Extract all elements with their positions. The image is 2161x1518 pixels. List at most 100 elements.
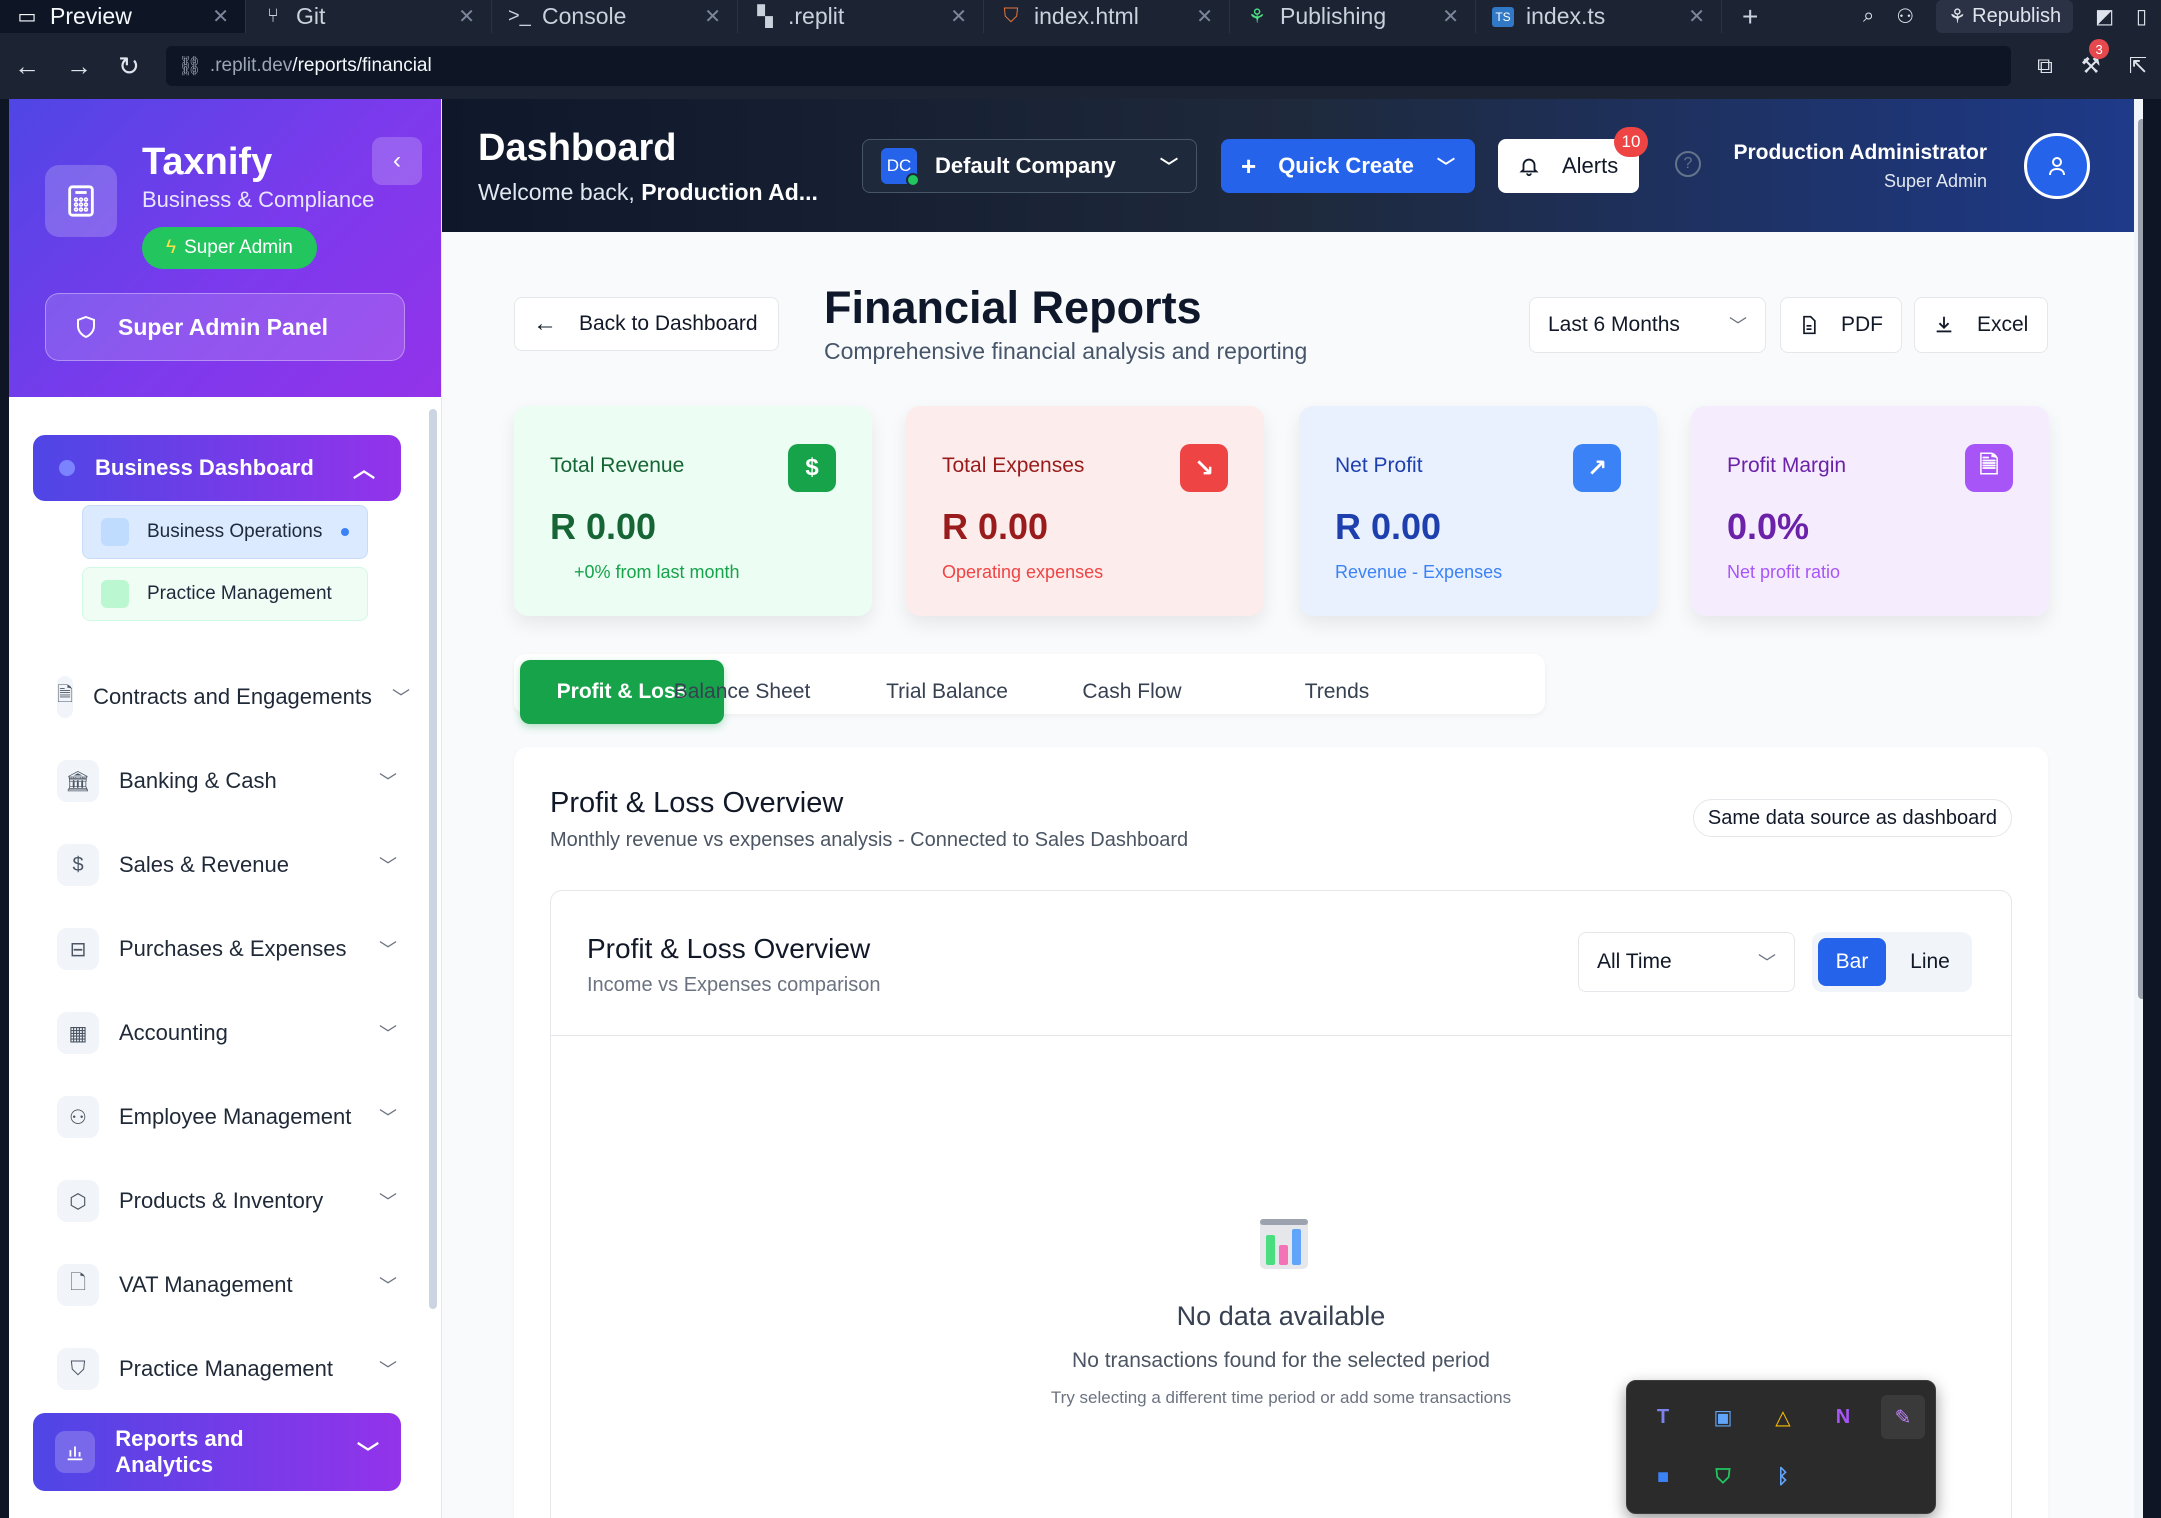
company-selector[interactable]: DC Default Company ﹀: [862, 139, 1197, 193]
tab-label: Publishing: [1280, 3, 1387, 29]
sidebar-item-practice-management[interactable]: ⛉ Practice Management ﹀: [57, 1341, 397, 1397]
back-arrow-icon[interactable]: ←: [14, 51, 40, 82]
sidebar-item-business-dashboard[interactable]: Business Dashboard ︿: [33, 435, 401, 501]
search-icon[interactable]: ⌕: [1863, 5, 1874, 28]
bar-chart-icon: [55, 1431, 96, 1473]
close-icon[interactable]: ✕: [1442, 4, 1459, 29]
teams-icon[interactable]: T: [1641, 1395, 1685, 1439]
dollar-icon: $: [57, 844, 99, 886]
main-scrollbar[interactable]: [2134, 99, 2143, 1518]
user-avatar[interactable]: [2024, 133, 2090, 199]
html5-icon: ⛉: [1003, 5, 1019, 27]
file-icon: 🗋: [57, 1264, 99, 1306]
open-external-icon[interactable]: ⇱: [2129, 53, 2147, 79]
kpi-value: 0.0%: [1727, 506, 1810, 547]
tab-trial-balance[interactable]: Trial Balance: [845, 660, 1049, 724]
tab-replit[interactable]: ▚ .replit ✕: [738, 0, 984, 33]
window-icon[interactable]: ▣: [1701, 1395, 1745, 1439]
package-icon: ⬡: [57, 1180, 99, 1222]
address-actions: ⧉ ⚒ 3 ⇱: [2037, 39, 2147, 79]
kpi-note: +0% from last month: [574, 562, 740, 582]
scrollbar-thumb[interactable]: [2138, 119, 2143, 999]
devices-icon[interactable]: ⧉: [2037, 53, 2053, 79]
panel-icon[interactable]: ▯: [2136, 4, 2147, 29]
quick-create-button[interactable]: + Quick Create ﹀: [1221, 139, 1475, 193]
app-icon[interactable]: ■: [1641, 1455, 1685, 1499]
receipt-icon: ⊟: [57, 928, 99, 970]
forward-arrow-icon[interactable]: →: [66, 51, 92, 82]
tab-trends[interactable]: Trends: [1235, 660, 1439, 724]
sidebar-item-purchases[interactable]: ⊟ Purchases & Expenses ﹀: [57, 921, 397, 977]
tab-preview[interactable]: ▭ Preview ✕: [0, 0, 246, 33]
tab-index-html[interactable]: ⛉ index.html ✕: [984, 0, 1230, 33]
url-host: .replit.dev: [209, 55, 293, 76]
sidebar-item-sales[interactable]: $ Sales & Revenue ﹀: [57, 837, 397, 893]
calculator-icon: [45, 165, 117, 237]
url-input[interactable]: ⛓ .replit.dev/reports/financial: [165, 46, 2012, 86]
sidebar-item-label: Sales & Revenue: [119, 852, 289, 877]
system-tray-popup: T ▣ △ N ✎ ■ ⛉ ᛒ: [1626, 1380, 1936, 1514]
new-tab-button[interactable]: +: [1742, 1, 1758, 33]
sidebar-subitem-business-operations[interactable]: Business Operations: [82, 505, 368, 559]
help-icon[interactable]: ?: [1675, 151, 1701, 177]
brand-name: Taxnify: [142, 141, 273, 183]
sidebar-item-employees[interactable]: ⚇ Employee Management ﹀: [57, 1089, 397, 1145]
sidebar-item-products[interactable]: ⬡ Products & Inventory ﹀: [57, 1173, 397, 1229]
pen-icon[interactable]: ✎: [1881, 1395, 1925, 1439]
tab-console[interactable]: >_ Console ✕: [492, 0, 738, 33]
sidebar-subitem-practice-management[interactable]: Practice Management: [82, 567, 368, 621]
brand-subtitle: Business & Compliance: [142, 187, 375, 212]
sidebar-item-accounting[interactable]: ▦ Accounting ﹀: [57, 1005, 397, 1061]
close-icon[interactable]: ✕: [212, 4, 229, 29]
bar-toggle-button[interactable]: Bar: [1818, 938, 1886, 986]
sidebar-item-contracts[interactable]: 🗎 Contracts and Engagements ﹀: [57, 669, 410, 725]
chevron-down-icon: ﹀: [379, 1276, 397, 1296]
tab-index-ts[interactable]: TS index.ts ✕: [1476, 0, 1722, 33]
tab-balance-sheet[interactable]: Balance Sheet: [640, 660, 844, 724]
welcome-name: Production Ad...: [641, 179, 818, 205]
export-excel-button[interactable]: Excel: [1914, 297, 2048, 353]
republish-button[interactable]: ⚘ Republish: [1936, 0, 2074, 33]
close-icon[interactable]: ✕: [704, 4, 721, 29]
kpi-card-profit-margin: Profit Margin 🗎 0.0% Net profit ratio: [1691, 406, 2049, 616]
collapse-sidebar-button[interactable]: ‹: [372, 137, 422, 185]
chevron-down-icon: ﹀: [379, 1360, 397, 1380]
tab-cash-flow[interactable]: Cash Flow: [1030, 660, 1234, 724]
period-select[interactable]: Last 6 Months ﹀: [1529, 297, 1766, 353]
close-icon[interactable]: ✕: [1196, 4, 1213, 29]
kpi-label: Total Revenue: [550, 454, 685, 477]
reload-icon[interactable]: ↻: [118, 51, 140, 82]
drive-icon[interactable]: △: [1761, 1395, 1805, 1439]
notification-badge: 3: [2089, 39, 2110, 59]
sidebar-item-reports[interactable]: Reports and Analytics ﹀: [33, 1413, 401, 1491]
close-icon[interactable]: ✕: [950, 4, 967, 29]
chevron-down-icon: ﹀: [379, 940, 397, 960]
pdf-label: PDF: [1841, 313, 1883, 336]
sidebar-item-banking[interactable]: 🏛 Banking & Cash ﹀: [57, 753, 397, 809]
back-to-dashboard-button[interactable]: ← Back to Dashboard: [514, 297, 779, 351]
security-icon[interactable]: ⛉: [1701, 1455, 1745, 1499]
sidebar-item-vat[interactable]: 🗋 VAT Management ﹀: [57, 1257, 397, 1313]
download-icon: [1936, 316, 1952, 333]
shield-icon: ⛉: [57, 1348, 99, 1390]
close-icon[interactable]: ✕: [1688, 4, 1705, 29]
tab-git[interactable]: ⑂ Git ✕: [246, 0, 492, 33]
super-admin-panel-button[interactable]: Super Admin Panel: [45, 293, 405, 361]
line-toggle-button[interactable]: Line: [1896, 938, 1964, 986]
arrow-left-icon: ←: [533, 310, 557, 337]
main-content: ← Back to Dashboard Financial Reports Co…: [442, 232, 2143, 1518]
layout-icon[interactable]: ◩: [2095, 4, 2114, 29]
onenote-icon[interactable]: N: [1821, 1395, 1865, 1439]
invite-user-icon[interactable]: ⚇: [1896, 4, 1914, 29]
time-range-select[interactable]: All Time ﹀: [1578, 932, 1795, 992]
chevron-down-icon: ﹀: [356, 1441, 379, 1466]
sidebar-scrollbar[interactable]: [429, 409, 437, 1309]
tab-publishing[interactable]: ⚘ Publishing ✕: [1230, 0, 1476, 33]
dollar-icon: $: [788, 444, 836, 492]
kpi-label: Net Profit: [1335, 454, 1423, 477]
export-pdf-button[interactable]: PDF: [1780, 297, 1902, 353]
sidebar-item-label: Products & Inventory: [119, 1188, 324, 1213]
bluetooth-icon[interactable]: ᛒ: [1761, 1455, 1805, 1499]
close-icon[interactable]: ✕: [458, 4, 475, 29]
welcome-text: Welcome back, Production Ad...: [478, 179, 818, 206]
